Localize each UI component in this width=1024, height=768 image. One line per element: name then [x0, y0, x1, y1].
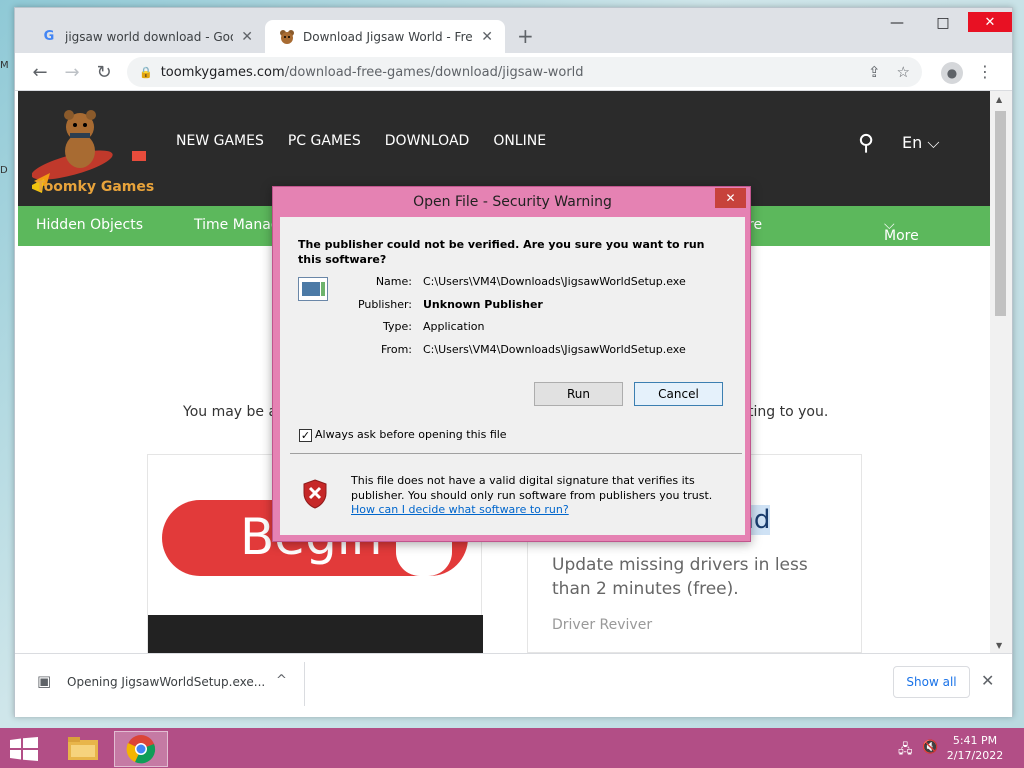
category-more[interactable]: More ⌵ — [884, 217, 919, 244]
security-warning-dialog: Open File - Security Warning ✕ The publi… — [272, 186, 751, 542]
show-all-button[interactable]: Show all — [893, 666, 970, 698]
download-item[interactable]: Opening JigsawWorldSetup.exe... — [67, 675, 265, 689]
help-link[interactable]: How can I decide what software to run? — [351, 503, 569, 516]
page-scrollbar[interactable]: ▲ ▼ — [990, 91, 1012, 653]
close-window-button[interactable]: ✕ — [968, 12, 1012, 32]
dialog-title: Open File - Security Warning — [413, 194, 612, 210]
system-clock[interactable]: 5:41 PM 2/17/2022 — [945, 733, 1005, 763]
security-shield-icon — [303, 479, 327, 509]
dialog-body: The publisher could not be verified. Are… — [280, 217, 745, 535]
divider — [290, 453, 742, 454]
desktop-edge-mark: M — [0, 60, 9, 71]
minimize-button[interactable]: — — [874, 8, 920, 38]
page-text-right: ting to you. — [748, 404, 829, 420]
close-tab-icon[interactable]: ✕ — [241, 29, 253, 45]
google-icon: G — [43, 29, 55, 44]
field-key-name: Name: — [375, 275, 412, 288]
network-icon[interactable]: 🖧 — [898, 740, 913, 762]
always-ask-checkbox[interactable]: ✓ — [299, 429, 312, 442]
category-hidden-objects[interactable]: Hidden Objects — [36, 217, 143, 233]
logo-text[interactable]: Toomky Games — [36, 179, 154, 195]
tab-strip: G jigsaw world download - Google ✕ Downl… — [15, 8, 1012, 53]
desktop-edge-mark: D — [0, 165, 8, 176]
dialog-close-button[interactable]: ✕ — [715, 188, 746, 208]
category-time-management[interactable]: Time Manag — [194, 217, 280, 233]
scroll-down-icon[interactable]: ▼ — [996, 641, 1002, 650]
scroll-up-icon[interactable]: ▲ — [996, 95, 1002, 104]
new-tab-button[interactable]: + — [517, 24, 534, 48]
ad-body-text: Update missing drivers in less than 2 mi… — [552, 555, 808, 599]
windows-start-icon[interactable] — [10, 737, 38, 761]
bear-icon — [279, 29, 295, 45]
field-value-type: Application — [423, 320, 485, 333]
nav-new-games[interactable]: NEW GAMES — [176, 133, 264, 149]
field-value-from: C:\Users\VM4\Downloads\JigsawWorldSetup.… — [423, 343, 686, 356]
run-button[interactable]: Run — [534, 382, 623, 406]
nav-pc-games[interactable]: PC GAMES — [288, 133, 361, 149]
language-selector[interactable]: En ⌵ — [902, 133, 939, 153]
clock-time: 5:41 PM — [952, 734, 998, 747]
field-value-name: C:\Users\VM4\Downloads\JigsawWorldSetup.… — [423, 275, 686, 288]
taskbar: 🖧 🔇 5:41 PM 2/17/2022 — [0, 728, 1024, 768]
page-text-left: You may be a — [183, 404, 278, 420]
dialog-question: The publisher could not be verified. Are… — [298, 238, 705, 266]
bookmark-star-icon[interactable]: ☆ — [897, 63, 910, 81]
back-icon[interactable]: ← — [27, 59, 53, 85]
tab-google-search[interactable]: G jigsaw world download - Google ✕ — [27, 20, 265, 53]
tab-jigsaw-world[interactable]: Download Jigsaw World - Free P ✕ — [265, 20, 505, 53]
top-navigation: NEW GAMES PC GAMES DOWNLOAD ONLINE — [176, 133, 546, 149]
field-key-publisher: Publisher: — [357, 298, 412, 311]
always-ask-label[interactable]: Always ask before opening this file — [315, 428, 507, 441]
ad-brand: Driver Reviver — [552, 617, 653, 633]
chevron-up-icon[interactable]: ^ — [276, 673, 287, 688]
forward-icon[interactable]: → — [59, 59, 85, 85]
download-bar: ▣ Opening JigsawWorldSetup.exe... ^ Show… — [15, 653, 1012, 717]
kebab-menu-icon[interactable]: ⋮ — [977, 62, 993, 81]
tab-title: jigsaw world download - Google — [65, 29, 233, 44]
lock-icon: 🔒 — [139, 65, 153, 79]
signature-warning-text: This file does not have a valid digital … — [351, 474, 713, 502]
field-value-publisher: Unknown Publisher — [423, 298, 543, 311]
profile-avatar-icon[interactable]: ● — [941, 62, 963, 84]
close-download-bar-icon[interactable]: ✕ — [981, 671, 994, 690]
field-key-type: Type: — [383, 320, 412, 333]
share-icon[interactable]: ⇪ — [868, 63, 881, 81]
ad-dark-strip — [148, 615, 483, 653]
close-tab-icon[interactable]: ✕ — [481, 29, 493, 45]
clock-date: 2/17/2022 — [946, 749, 1004, 762]
address-bar[interactable]: 🔒 toomkygames.com/download-free-games/do… — [127, 57, 922, 87]
url-text: toomkygames.com/download-free-games/down… — [160, 64, 584, 80]
cancel-button[interactable]: Cancel — [634, 382, 723, 406]
chrome-taskbar-icon[interactable] — [114, 731, 168, 767]
maximize-button[interactable]: □ — [920, 8, 966, 38]
scrollbar-thumb[interactable] — [995, 111, 1006, 316]
file-explorer-icon[interactable] — [56, 731, 110, 767]
volume-muted-icon[interactable]: 🔇 — [922, 740, 938, 755]
browser-toolbar: ← → ↻ 🔒 toomkygames.com/download-free-ga… — [15, 53, 1012, 91]
nav-download[interactable]: DOWNLOAD — [385, 133, 470, 149]
reload-icon[interactable]: ↻ — [91, 59, 117, 85]
nav-online[interactable]: ONLINE — [493, 133, 546, 149]
search-icon[interactable]: ⚲ — [858, 131, 874, 156]
tab-title: Download Jigsaw World - Free P — [303, 29, 474, 44]
field-key-from: From: — [381, 343, 412, 356]
divider — [304, 662, 305, 706]
installer-file-icon: ▣ — [37, 672, 52, 690]
